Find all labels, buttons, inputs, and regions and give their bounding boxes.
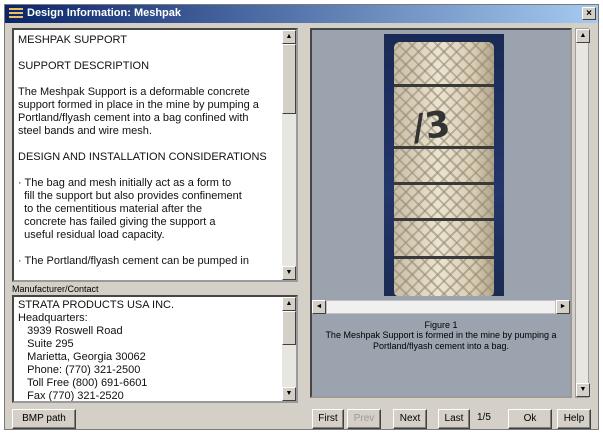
- contact-line: Toll Free (800) 691-6601: [18, 377, 148, 389]
- contact-content: STRATA PRODUCTS USA INC. Headquarters: 3…: [18, 299, 280, 402]
- steel-band: [394, 256, 494, 259]
- figure-hscrollbar[interactable]: ◄ ►: [312, 300, 570, 314]
- steel-band: [394, 182, 494, 185]
- description-textbox[interactable]: MESHPAK SUPPORT SUPPORT DESCRIPTION The …: [12, 28, 298, 282]
- ok-button[interactable]: Ok: [508, 409, 552, 429]
- description-heading: MESHPAK SUPPORT: [18, 34, 128, 46]
- steel-band: [394, 84, 494, 87]
- figure-vscrollbar[interactable]: ▲ ▼: [575, 28, 590, 398]
- scroll-down-icon[interactable]: ▼: [282, 266, 296, 280]
- design-bullet: · The Portland/flyash cement can be pump…: [18, 255, 249, 267]
- next-button[interactable]: Next: [393, 409, 427, 429]
- close-button[interactable]: ×: [582, 7, 596, 20]
- meshpak-photo: /3: [384, 34, 504, 296]
- design-bullet: · The bag and mesh initially act as a fo…: [18, 177, 242, 241]
- photo-marking: /3: [409, 103, 453, 150]
- description-section-title: SUPPORT DESCRIPTION: [18, 60, 150, 72]
- steel-band: [394, 146, 494, 149]
- contact-scrollbar[interactable]: ▲ ▼: [282, 297, 296, 401]
- scroll-down-icon[interactable]: ▼: [576, 383, 590, 397]
- scroll-thumb[interactable]: [282, 311, 296, 345]
- contact-line: Phone: (770) 321-2500: [18, 364, 141, 376]
- scroll-up-icon[interactable]: ▲: [282, 30, 296, 44]
- contact-line: Headquarters:: [18, 312, 88, 324]
- description-paragraph: The Meshpak Support is a deformable conc…: [18, 86, 259, 137]
- contact-line: Marietta, Georgia 30062: [18, 351, 146, 363]
- last-button[interactable]: Last: [438, 409, 470, 429]
- contact-line: 3939 Roswell Road: [18, 325, 123, 337]
- meshpak-cylinder: /3: [394, 42, 494, 296]
- title-bar[interactable]: Design Information: Meshpak ×: [5, 5, 598, 23]
- manufacturer-label: Manufacturer/Contact: [12, 284, 99, 294]
- scroll-left-icon[interactable]: ◄: [312, 300, 326, 314]
- hscroll-thumb[interactable]: [326, 300, 556, 314]
- scroll-down-icon[interactable]: ▼: [282, 387, 296, 401]
- description-content: MESHPAK SUPPORT SUPPORT DESCRIPTION The …: [18, 34, 280, 280]
- steel-band: [394, 218, 494, 221]
- contact-line: Fax (770) 321-2520: [18, 390, 124, 402]
- scroll-up-icon[interactable]: ▲: [576, 29, 590, 43]
- design-section-title: DESIGN AND INSTALLATION CONSIDERATIONS: [18, 151, 267, 163]
- scroll-up-icon[interactable]: ▲: [282, 297, 296, 311]
- first-button[interactable]: First: [312, 409, 344, 429]
- help-button[interactable]: Help: [557, 409, 591, 429]
- contact-line: Suite 295: [18, 338, 74, 350]
- bmp-path-button[interactable]: BMP path: [12, 409, 76, 429]
- figure-panel: /3 ◄ ► Figure 1 The Meshpak Support is f…: [310, 28, 572, 398]
- contact-textbox[interactable]: STRATA PRODUCTS USA INC. Headquarters: 3…: [12, 295, 298, 403]
- prev-button[interactable]: Prev: [347, 409, 381, 429]
- scroll-thumb[interactable]: [282, 44, 296, 114]
- window-title: Design Information: Meshpak: [27, 7, 182, 19]
- contact-line: STRATA PRODUCTS USA INC.: [18, 299, 175, 311]
- figure-caption: The Meshpak Support is formed in the min…: [325, 330, 557, 351]
- description-scrollbar[interactable]: ▲ ▼: [282, 30, 296, 280]
- page-indicator: 1/5: [477, 412, 491, 423]
- figure-title: Figure 1: [424, 320, 458, 330]
- scroll-right-icon[interactable]: ►: [556, 300, 570, 314]
- app-menu-icon[interactable]: [9, 8, 23, 20]
